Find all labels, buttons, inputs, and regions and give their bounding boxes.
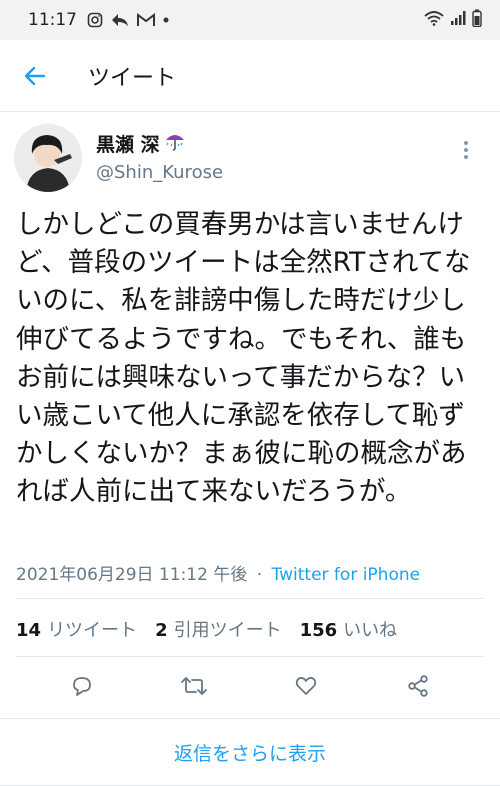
user-handle[interactable]: @Shin_Kurose [96, 162, 223, 183]
page-title: ツイート [88, 65, 177, 91]
wifi-icon [424, 10, 444, 31]
reply-icon [73, 677, 91, 696]
battery-icon [472, 9, 482, 32]
vertical-dots-icon [464, 141, 468, 159]
quotes-label: 引用ツイート [173, 620, 282, 641]
share-button[interactable] [398, 666, 438, 706]
status-bar: 11:17 [0, 0, 500, 40]
retweets-count: 14 [16, 620, 42, 641]
share-icon [408, 675, 428, 697]
status-right [424, 9, 482, 32]
tweet-source[interactable]: Twitter for iPhone [272, 565, 421, 585]
meta-separator: · [256, 565, 263, 585]
app-header: ツイート [0, 40, 500, 112]
tweet-actions [0, 664, 500, 708]
heart-icon [295, 677, 317, 695]
likes-label: いいね [343, 620, 398, 641]
tweet-text: しかしどこの買春男かは言いませんけど、普段のツイートは全然RTされてないのに、私… [16, 209, 471, 508]
divider [16, 598, 484, 599]
show-more-replies-button[interactable]: 返信をさらに表示 [0, 718, 500, 786]
retweet-icon [181, 677, 207, 695]
umbrella-icon [164, 130, 186, 157]
avatar[interactable] [14, 124, 82, 192]
quotes-stat[interactable]: 2 引用ツイート [155, 616, 282, 642]
retweets-stat[interactable]: 14 リツイート [16, 616, 137, 642]
tweet-meta: 2021年06月29日 11:12 午後 · Twitter for iPhon… [16, 560, 420, 585]
display-name[interactable]: 黒瀬 深 [96, 130, 186, 157]
instagram-icon [87, 12, 103, 28]
tweet-timestamp[interactable]: 2021年06月29日 11:12 午後 [16, 565, 247, 585]
status-time: 11:17 [28, 10, 77, 30]
likes-stat[interactable]: 156 いいね [300, 616, 398, 642]
quotes-count: 2 [155, 620, 168, 641]
back-arrow-icon [24, 66, 46, 85]
show-more-replies-label: 返信をさらに表示 [173, 742, 326, 765]
display-name-text: 黒瀬 深 [96, 134, 160, 156]
retweet-button[interactable] [174, 666, 214, 706]
gmail-icon [137, 13, 155, 27]
signal-icon [450, 10, 466, 31]
more-options-button[interactable] [454, 138, 478, 162]
like-button[interactable] [286, 666, 326, 706]
divider [16, 656, 484, 657]
reply-button[interactable] [62, 666, 102, 706]
back-button[interactable] [12, 53, 58, 99]
likes-count: 156 [299, 620, 338, 641]
avatar-image [14, 124, 82, 192]
notification-dot-icon [163, 17, 169, 23]
reply-arrow-icon [111, 12, 129, 28]
retweets-label: リツイート [47, 620, 138, 641]
tweet-stats: 14 リツイート 2 引用ツイート 156 いいね [16, 616, 397, 642]
